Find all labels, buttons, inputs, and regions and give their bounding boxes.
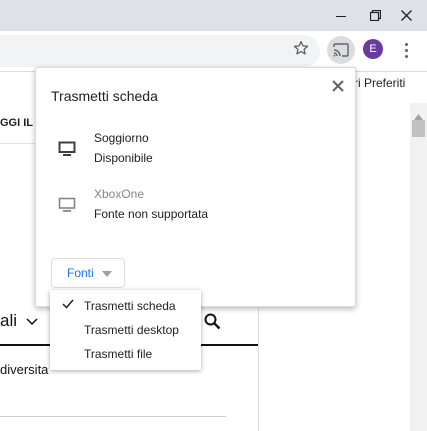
dialog-title: Trasmetti scheda [51, 88, 158, 104]
sources-button[interactable]: Fonti [51, 258, 125, 288]
menu-item-label: Trasmetti file [84, 347, 153, 361]
sink-status: Fonte non supportata [94, 207, 209, 221]
page-nav-fragment[interactable]: GGI IL [0, 117, 33, 129]
close-icon [332, 80, 344, 92]
sink-status: Disponibile [94, 151, 153, 165]
profile-initial: E [369, 43, 377, 55]
menu-item-cast-desktop[interactable]: Trasmetti desktop [50, 318, 201, 342]
heading-text: ali [0, 311, 18, 330]
star-icon [293, 41, 309, 55]
cast-sink-soggiorno[interactable]: Soggiorno Disponibile [36, 131, 355, 181]
sources-button-label: Fonti [67, 266, 94, 280]
page-scrollbar[interactable] [410, 103, 427, 431]
restore-button[interactable] [358, 0, 392, 31]
minimize-button[interactable] [324, 0, 358, 31]
chevron-down-icon [26, 317, 38, 325]
page-heading-fragment[interactable]: ali [0, 311, 38, 331]
dialog-close-button[interactable] [332, 79, 346, 93]
monitor-icon [58, 197, 76, 212]
menu-dot-icon [404, 42, 408, 46]
profile-avatar[interactable]: E [363, 39, 383, 59]
other-bookmarks-link[interactable]: ltri Preferiti [348, 76, 405, 90]
scrollbar-thumb[interactable] [412, 120, 425, 137]
sink-name: XboxOne [94, 187, 145, 201]
search-icon [204, 313, 221, 330]
menu-item-cast-file[interactable]: Trasmetti file [50, 342, 201, 366]
minimize-icon [336, 15, 346, 17]
address-bar[interactable] [0, 35, 320, 67]
cast-dialog: Trasmetti scheda Soggiorno Disponibile X… [35, 67, 356, 307]
menu-item-cast-tab[interactable]: Trasmetti scheda [50, 294, 201, 318]
browser-toolbar: E [0, 31, 427, 72]
bookmark-star-button[interactable] [290, 37, 312, 59]
restore-icon [369, 10, 381, 21]
close-icon [400, 10, 412, 21]
cast-toolbar-button[interactable] [327, 36, 355, 64]
checkmark-icon [62, 299, 74, 309]
caret-down-icon [102, 271, 112, 277]
monitor-icon [58, 141, 76, 156]
sources-menu: Trasmetti scheda Trasmetti desktop Trasm… [50, 290, 201, 370]
divider [0, 416, 226, 417]
page-link-fragment[interactable]: diversita [0, 362, 48, 377]
cast-sink-xboxone: XboxOne Fonte non supportata [36, 187, 355, 237]
menu-item-label: Trasmetti desktop [84, 323, 179, 337]
window-titlebar [0, 0, 427, 31]
page-search-button[interactable] [204, 313, 221, 335]
menu-dot-icon [404, 48, 408, 52]
close-window-button[interactable] [389, 0, 423, 31]
menu-item-label: Trasmetti scheda [84, 299, 176, 313]
menu-dot-icon [404, 54, 408, 58]
chrome-menu-button[interactable] [398, 37, 414, 63]
sink-name: Soggiorno [94, 131, 149, 145]
cast-icon [333, 43, 349, 57]
